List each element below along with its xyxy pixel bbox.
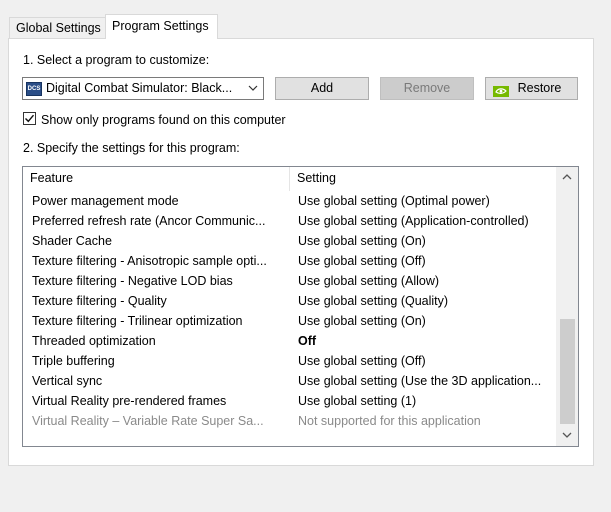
feature-cell: Virtual Reality – Variable Rate Super Sa… bbox=[32, 414, 264, 428]
table-row[interactable]: Texture filtering - Trilinear optimizati… bbox=[23, 311, 556, 331]
feature-cell: Texture filtering - Quality bbox=[32, 294, 167, 308]
table-row[interactable]: Virtual Reality pre-rendered frames Use … bbox=[23, 391, 556, 411]
restore-button[interactable]: Restore bbox=[485, 77, 578, 100]
setting-cell: Use global setting (Allow) bbox=[298, 274, 440, 288]
scroll-up-icon[interactable] bbox=[556, 169, 578, 186]
setting-cell: Use global setting (Application-controll… bbox=[298, 214, 529, 228]
show-only-checkbox[interactable] bbox=[23, 112, 36, 125]
setting-cell: Use global setting (On) bbox=[298, 234, 426, 248]
chevron-down-icon bbox=[248, 81, 258, 98]
column-header-setting[interactable]: Setting bbox=[290, 167, 556, 191]
setting-cell: Use global setting (Off) bbox=[298, 254, 426, 268]
tab-global-settings[interactable]: Global Settings bbox=[9, 17, 106, 39]
table-row[interactable]: Shader Cache Use global setting (On) bbox=[23, 231, 556, 251]
table-row[interactable]: Texture filtering - Quality Use global s… bbox=[23, 291, 556, 311]
feature-cell: Preferred refresh rate (Ancor Communic..… bbox=[32, 214, 266, 228]
dcs-app-icon: DCS bbox=[26, 82, 42, 96]
tab-program-settings[interactable]: Program Settings bbox=[105, 14, 218, 39]
table-row[interactable]: Texture filtering - Anisotropic sample o… bbox=[23, 251, 556, 271]
table-row[interactable]: Texture filtering - Negative LOD bias Us… bbox=[23, 271, 556, 291]
add-button[interactable]: Add bbox=[275, 77, 369, 100]
scroll-down-icon[interactable] bbox=[556, 427, 578, 444]
setting-cell: Use global setting (Quality) bbox=[298, 294, 449, 308]
table-row[interactable]: Power management mode Use global setting… bbox=[23, 191, 556, 211]
program-select-value: Digital Combat Simulator: Black... bbox=[46, 81, 233, 95]
settings-table: Feature Setting Power management mode Us… bbox=[22, 166, 579, 447]
feature-cell: Texture filtering - Negative LOD bias bbox=[32, 274, 233, 288]
show-only-checkbox-label[interactable]: Show only programs found on this compute… bbox=[41, 113, 286, 127]
feature-cell: Power management mode bbox=[32, 194, 179, 208]
feature-cell: Triple buffering bbox=[32, 354, 115, 368]
setting-cell: Use global setting (Use the 3D applicati… bbox=[298, 374, 542, 388]
restore-button-label: Restore bbox=[517, 81, 562, 95]
feature-cell: Shader Cache bbox=[32, 234, 112, 248]
feature-cell: Virtual Reality pre-rendered frames bbox=[32, 394, 227, 408]
setting-cell: Off bbox=[298, 334, 317, 348]
program-select[interactable]: DCS Digital Combat Simulator: Black... bbox=[22, 77, 264, 100]
table-row[interactable]: Preferred refresh rate (Ancor Communic..… bbox=[23, 211, 556, 231]
step1-label: 1. Select a program to customize: bbox=[23, 53, 210, 67]
vertical-scrollbar[interactable] bbox=[556, 167, 578, 446]
feature-cell: Texture filtering - Trilinear optimizati… bbox=[32, 314, 243, 328]
table-row[interactable]: Virtual Reality – Variable Rate Super Sa… bbox=[23, 411, 556, 431]
setting-cell: Use global setting (1) bbox=[298, 394, 417, 408]
nvidia-logo-icon bbox=[493, 83, 509, 97]
feature-cell: Texture filtering - Anisotropic sample o… bbox=[32, 254, 267, 268]
step2-label: 2. Specify the settings for this program… bbox=[23, 141, 240, 155]
setting-cell: Use global setting (On) bbox=[298, 314, 426, 328]
table-row[interactable]: Vertical sync Use global setting (Use th… bbox=[23, 371, 556, 391]
checkmark-icon bbox=[25, 114, 35, 123]
setting-cell: Use global setting (Off) bbox=[298, 354, 426, 368]
remove-button[interactable]: Remove bbox=[380, 77, 474, 100]
table-row[interactable]: Triple buffering Use global setting (Off… bbox=[23, 351, 556, 371]
feature-cell: Vertical sync bbox=[32, 374, 103, 388]
column-header-feature[interactable]: Feature bbox=[23, 167, 290, 191]
setting-cell: Use global setting (Optimal power) bbox=[298, 194, 490, 208]
scrollbar-thumb[interactable] bbox=[560, 319, 575, 424]
table-row[interactable]: Threaded optimization Off bbox=[23, 331, 556, 351]
setting-cell: Not supported for this application bbox=[298, 414, 481, 428]
feature-cell: Threaded optimization bbox=[32, 334, 156, 348]
